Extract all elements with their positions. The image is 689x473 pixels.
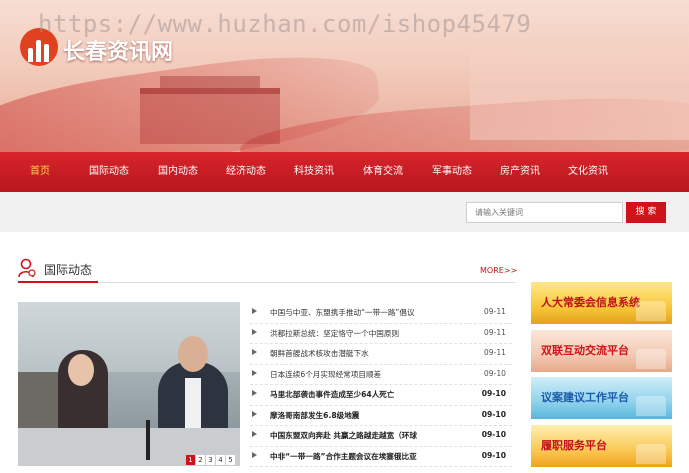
user-icon bbox=[18, 258, 36, 278]
news-date: 09-10 bbox=[481, 430, 506, 439]
nav-item-sports[interactable]: 体育交流 bbox=[363, 152, 403, 192]
main-nav: 首页 国际动态 国内动态 经济动态 科技资讯 体育交流 军事动态 房产资讯 文化… bbox=[0, 152, 689, 192]
side-banner-proposals[interactable]: 议案建议工作平台 bbox=[531, 377, 672, 419]
building-icon bbox=[636, 396, 666, 416]
news-title[interactable]: 摩洛哥南部发生6.8级地震 bbox=[270, 410, 359, 421]
nav-item-tech[interactable]: 科技资讯 bbox=[294, 152, 334, 192]
nav-item-culture[interactable]: 文化资讯 bbox=[568, 152, 608, 192]
header-banner: 长春资讯网 https://www.huzhan.com/ishop45479 bbox=[0, 0, 689, 152]
more-link[interactable]: MORE>> bbox=[480, 266, 517, 275]
triangle-right-icon bbox=[252, 369, 257, 376]
news-date: 09-10 bbox=[481, 389, 506, 398]
news-title[interactable]: 日本连续6个月实现经常项目顺差 bbox=[270, 369, 381, 380]
news-date: 09-10 bbox=[483, 368, 506, 378]
page: 长春资讯网 https://www.huzhan.com/ishop45479 … bbox=[0, 0, 689, 473]
nav-item-domestic[interactable]: 国内动态 bbox=[158, 152, 198, 192]
news-item[interactable]: 马里北部袭击事件造成至少64人死亡 09-10 bbox=[250, 385, 512, 406]
side-banner-interaction[interactable]: 双联互动交流平台 bbox=[531, 330, 672, 372]
news-item[interactable]: 朝鲜首艘战术核攻击潜艇下水 09-11 bbox=[250, 344, 512, 365]
nav-item-military[interactable]: 军事动态 bbox=[432, 152, 472, 192]
news-list: 中国与中亚、东盟携手推动“一带一路”倡议 09-11 洪都拉斯总统：坚定恪守一个… bbox=[250, 303, 512, 467]
building-icon bbox=[636, 444, 666, 464]
news-item[interactable]: 日本连续6个月实现经常项目顺差 09-10 bbox=[250, 365, 512, 385]
side-banner-label: 双联互动交流平台 bbox=[541, 344, 629, 357]
news-photo[interactable] bbox=[18, 302, 240, 466]
section-title: 国际动态 bbox=[44, 263, 93, 277]
news-item[interactable]: 洪都拉斯总统：坚定恪守一个中国原则 09-11 bbox=[250, 324, 512, 344]
nav-item-economy[interactable]: 经济动态 bbox=[226, 152, 266, 192]
side-banner-label: 履职服务平台 bbox=[541, 439, 607, 452]
news-date: 09-11 bbox=[483, 307, 506, 316]
slideshow-page-button[interactable]: 4 bbox=[216, 455, 225, 465]
nav-item-international[interactable]: 国际动态 bbox=[89, 152, 129, 192]
banner-building bbox=[140, 76, 280, 144]
triangle-right-icon bbox=[252, 431, 257, 437]
slideshow-page-button[interactable]: 1 bbox=[186, 455, 195, 465]
section-divider-accent bbox=[18, 281, 98, 283]
side-banner-npc-info[interactable]: 人大常委会信息系统 bbox=[531, 282, 672, 324]
side-banner-label: 人大常委会信息系统 bbox=[541, 296, 640, 309]
watermark: https://www.huzhan.com/ishop45479 bbox=[38, 10, 532, 38]
slideshow-pager: 1 2 3 4 5 bbox=[185, 455, 235, 465]
triangle-right-icon bbox=[252, 349, 257, 355]
news-title[interactable]: 朝鲜首艘战术核攻击潜艇下水 bbox=[270, 348, 369, 359]
triangle-right-icon bbox=[252, 390, 257, 396]
triangle-right-icon bbox=[252, 451, 257, 458]
triangle-right-icon bbox=[252, 308, 257, 314]
news-date: 09-11 bbox=[483, 327, 506, 337]
side-banner-service[interactable]: 履职服务平台 bbox=[531, 425, 672, 467]
nav-item-home[interactable]: 首页 bbox=[30, 152, 50, 192]
news-date: 09-10 bbox=[481, 450, 506, 460]
news-title[interactable]: 中非“一带一路”合作主题会议在埃塞俄比亚 bbox=[270, 451, 417, 462]
news-title[interactable]: 马里北部袭击事件造成至少64人死亡 bbox=[270, 389, 394, 400]
site-name[interactable]: 长春资讯网 bbox=[63, 34, 173, 66]
news-title[interactable]: 中国与中亚、东盟携手推动“一带一路”倡议 bbox=[270, 307, 415, 318]
triangle-right-icon bbox=[252, 328, 257, 335]
building-icon bbox=[636, 301, 666, 321]
slideshow-page-button[interactable]: 2 bbox=[196, 455, 205, 465]
slideshow-page-button[interactable]: 3 bbox=[206, 455, 215, 465]
news-title[interactable]: 中国东盟双向奔赴 共赢之路越走越宽（环球 bbox=[270, 430, 417, 441]
building-icon bbox=[636, 349, 666, 369]
news-item[interactable]: 摩洛哥南部发生6.8级地震 09-10 bbox=[250, 406, 512, 426]
slideshow-page-button[interactable]: 5 bbox=[226, 455, 235, 465]
search-button[interactable]: 搜 索 bbox=[626, 202, 666, 223]
side-banner-label: 议案建议工作平台 bbox=[541, 391, 629, 404]
news-date: 09-11 bbox=[483, 348, 506, 357]
nav-item-realestate[interactable]: 房产资讯 bbox=[500, 152, 540, 192]
news-item[interactable]: 中国东盟双向奔赴 共赢之路越走越宽（环球 09-10 bbox=[250, 426, 512, 447]
news-item[interactable]: 中非“一带一路”合作主题会议在埃塞俄比亚 09-10 bbox=[250, 447, 512, 467]
news-item[interactable]: 中国与中亚、东盟携手推动“一带一路”倡议 09-11 bbox=[250, 303, 512, 324]
news-date: 09-10 bbox=[481, 409, 506, 419]
news-title[interactable]: 洪都拉斯总统：坚定恪守一个中国原则 bbox=[270, 328, 399, 339]
triangle-right-icon bbox=[252, 410, 257, 417]
banner-skyline bbox=[470, 40, 689, 140]
search-input[interactable] bbox=[466, 202, 623, 223]
